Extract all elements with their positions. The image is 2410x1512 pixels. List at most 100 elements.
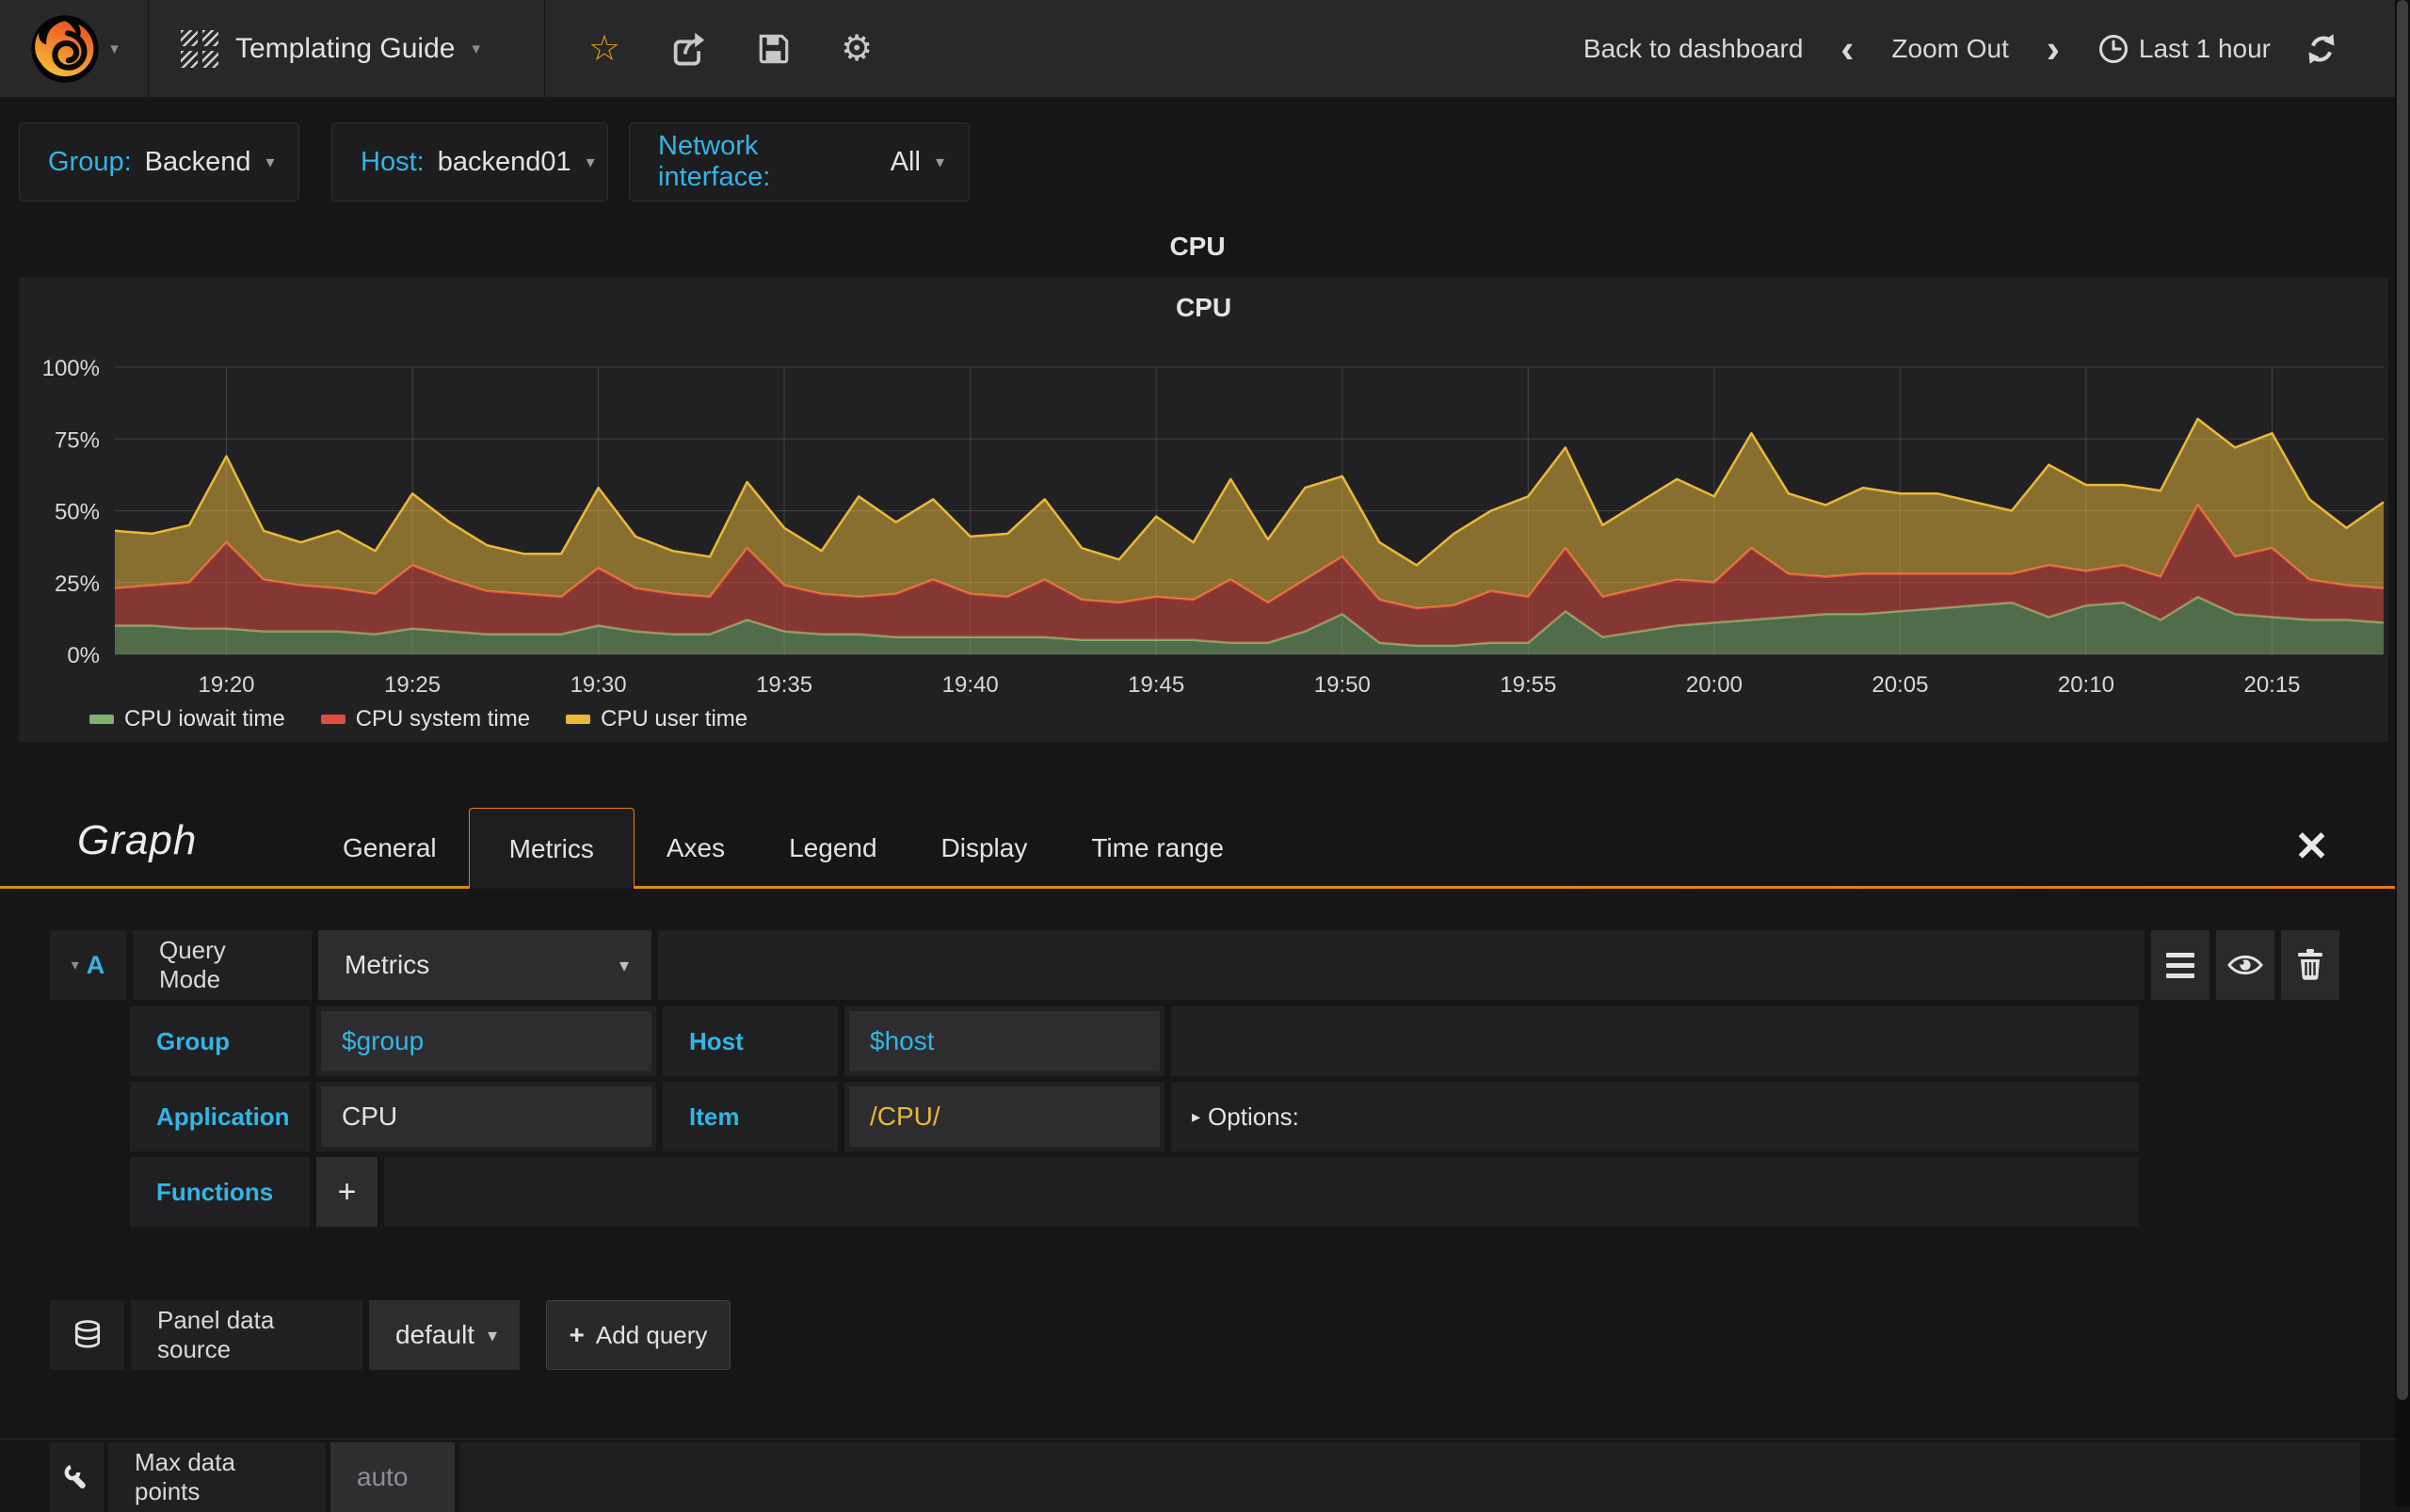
group-label: Group (130, 1006, 310, 1076)
svg-text:25%: 25% (55, 571, 100, 597)
panel-title[interactable]: CPU (19, 293, 2388, 323)
svg-text:19:30: 19:30 (570, 672, 627, 698)
template-var-host[interactable]: Host: backend01 ▾ (331, 122, 608, 201)
options-label: Options: (1208, 1102, 1299, 1132)
template-var-network-interface[interactable]: Network interface: All ▾ (629, 122, 970, 201)
tab-time-range[interactable]: Time range (1059, 808, 1256, 889)
share-button[interactable] (669, 30, 707, 68)
query-letter: A (87, 951, 105, 980)
add-query-label: Add query (596, 1321, 708, 1350)
query-collapse-cell[interactable]: ▾ A (50, 930, 126, 1000)
options-cell: ▸ Options: (1171, 1082, 2139, 1151)
tab-display[interactable]: Display (909, 808, 1060, 889)
svg-text:75%: 75% (55, 427, 100, 453)
chevron-down-icon: ▾ (936, 153, 944, 172)
query-row-group-host: Group $group Host $host (130, 1006, 2139, 1076)
svg-text:100%: 100% (42, 356, 100, 381)
tab-metrics[interactable]: Metrics (469, 808, 635, 889)
datasource-row: Panel data source default ▾ + Add query (50, 1300, 2339, 1370)
query-mode-label: Query Mode (133, 930, 312, 1000)
chevron-down-icon: ▾ (619, 954, 629, 977)
template-var-label: Network interface: (658, 131, 877, 193)
legend-item-iowait[interactable]: CPU iowait time (89, 706, 285, 732)
time-range-label: Last 1 hour (2139, 34, 2271, 64)
plus-icon: + (338, 1174, 357, 1211)
template-var-value: All (891, 147, 921, 178)
svg-text:19:20: 19:20 (198, 672, 254, 698)
item-label: Item (663, 1082, 838, 1151)
hamburger-icon (2166, 953, 2194, 978)
svg-text:19:50: 19:50 (1314, 672, 1371, 698)
star-icon: ☆ (588, 27, 620, 70)
host-field-cell: $host (844, 1006, 1165, 1076)
svg-text:0%: 0% (67, 643, 100, 668)
time-picker-button[interactable]: Last 1 hour (2097, 33, 2271, 65)
toggle-query-button[interactable] (2216, 930, 2274, 1000)
datasource-value: default (395, 1320, 474, 1350)
cpu-graph-svg[interactable]: 19:2019:2519:3019:3519:4019:4519:5019:55… (19, 344, 2388, 701)
panel-datasource-label: Panel data source (131, 1300, 362, 1370)
settings-button[interactable]: ⚙ (841, 27, 873, 70)
database-icon (72, 1319, 104, 1351)
template-var-value: Backend (145, 147, 251, 178)
host-label: Host (663, 1006, 838, 1076)
back-to-dashboard-link[interactable]: Back to dashboard (1583, 34, 1804, 64)
chevron-down-icon: ▾ (266, 153, 275, 172)
editor-accent-line (0, 886, 2395, 889)
template-var-group[interactable]: Group: Backend ▾ (19, 122, 299, 201)
logo-dropdown-caret-icon: ▾ (110, 40, 119, 58)
add-function-button[interactable]: + (316, 1157, 378, 1227)
grafana-menu-button[interactable]: ▾ (0, 0, 148, 97)
nav-actions: ☆ ⚙ (545, 0, 873, 97)
save-icon (756, 31, 792, 67)
legend-item-system[interactable]: CPU system time (321, 706, 530, 732)
svg-text:20:05: 20:05 (1872, 672, 1928, 698)
grafana-logo-icon (29, 13, 101, 85)
eye-icon (2227, 953, 2263, 977)
delete-query-button[interactable] (2281, 930, 2339, 1000)
query-menu-button[interactable] (2151, 930, 2209, 1000)
query-row-application-item: Application CPU Item /CPU/ ▸ Options: (130, 1082, 2139, 1151)
legend-label: CPU system time (356, 706, 530, 732)
star-button[interactable]: ☆ (588, 27, 620, 70)
tab-general[interactable]: General (311, 808, 469, 889)
query-row-a: ▾ A Query Mode Metrics ▾ (50, 930, 2339, 1000)
add-query-button[interactable]: + Add query (546, 1300, 731, 1370)
template-var-value: backend01 (438, 147, 571, 178)
svg-text:20:10: 20:10 (2058, 672, 2114, 698)
options-chevron-icon: ▸ (1192, 1107, 1200, 1127)
time-back-chevron[interactable]: ‹ (1837, 29, 1857, 69)
tab-axes[interactable]: Axes (635, 808, 757, 889)
svg-text:20:15: 20:15 (2243, 672, 2300, 698)
max-data-points-input[interactable]: auto (330, 1442, 455, 1512)
scrollbar-thumb[interactable] (2397, 0, 2408, 1400)
item-input[interactable]: /CPU/ (849, 1086, 1160, 1147)
host-input[interactable]: $host (849, 1011, 1160, 1071)
options-toggle[interactable]: ▸ Options: (1192, 1102, 1299, 1132)
time-forward-chevron[interactable]: › (2043, 29, 2064, 69)
panel-header-title[interactable]: CPU (0, 232, 2395, 262)
query-mode-select[interactable]: Metrics ▾ (318, 930, 651, 1000)
tab-legend[interactable]: Legend (757, 808, 908, 889)
group-input[interactable]: $group (321, 1011, 651, 1071)
dashboard-title-dropdown[interactable]: Templating Guide ▾ (149, 0, 544, 97)
save-button[interactable] (756, 31, 792, 67)
legend-item-user[interactable]: CPU user time (566, 706, 747, 732)
svg-text:19:45: 19:45 (1128, 672, 1184, 698)
tweaks-icon-cell (50, 1442, 104, 1512)
close-editor-button[interactable]: ✕ (2294, 827, 2329, 868)
template-var-label: Group: (48, 147, 132, 178)
datasource-select[interactable]: default ▾ (369, 1300, 520, 1370)
refresh-button[interactable] (2305, 32, 2338, 66)
application-field-cell: CPU (316, 1082, 656, 1151)
grafana-page: ▾ Templating Guide ▾ ☆ (0, 0, 2410, 1506)
clock-icon (2097, 33, 2129, 65)
legend-label: CPU user time (601, 706, 747, 732)
title-caret-icon: ▾ (472, 40, 480, 58)
item-field-cell: /CPU/ (844, 1082, 1165, 1151)
zoom-out-button[interactable]: Zoom Out (1891, 34, 2008, 64)
refresh-icon (2305, 32, 2338, 66)
application-input[interactable]: CPU (321, 1086, 651, 1147)
query-row-filler (658, 930, 2145, 1000)
editor-tabs: General Metrics Axes Legend Display Time… (311, 808, 1256, 889)
